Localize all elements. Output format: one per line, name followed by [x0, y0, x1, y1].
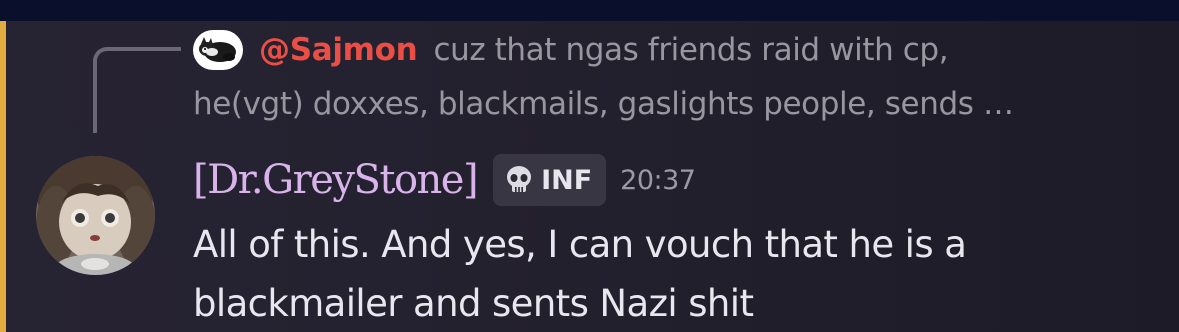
- reply-connector: [93, 47, 181, 133]
- timestamp[interactable]: 20:37: [620, 165, 696, 196]
- reply-text-continued[interactable]: he(vgt) doxxes, blackmails, gaslights pe…: [193, 82, 1153, 126]
- reply-preview[interactable]: @Sajmon cuz that ngas friends raid with …: [193, 28, 1153, 72]
- message-header: [Dr.GreyStone] INF 20:37: [193, 150, 696, 210]
- mention-highlight-stripe: [0, 21, 6, 332]
- tag-badge[interactable]: INF: [493, 154, 607, 206]
- chat-view: @Sajmon cuz that ngas friends raid with …: [0, 0, 1179, 332]
- cat-avatar-icon[interactable]: [193, 30, 243, 70]
- username[interactable]: [Dr.GreyStone]: [193, 157, 479, 203]
- skull-icon: [503, 164, 535, 196]
- top-bar: [0, 0, 1179, 21]
- doll-avatar-icon[interactable]: [36, 156, 155, 275]
- reply-text[interactable]: cuz that ngas friends raid with cp,: [433, 32, 948, 68]
- reply-author[interactable]: @Sajmon: [259, 32, 418, 68]
- badge-label: INF: [541, 164, 593, 196]
- message-content[interactable]: All of this. And yes, I can vouch that h…: [193, 215, 1153, 332]
